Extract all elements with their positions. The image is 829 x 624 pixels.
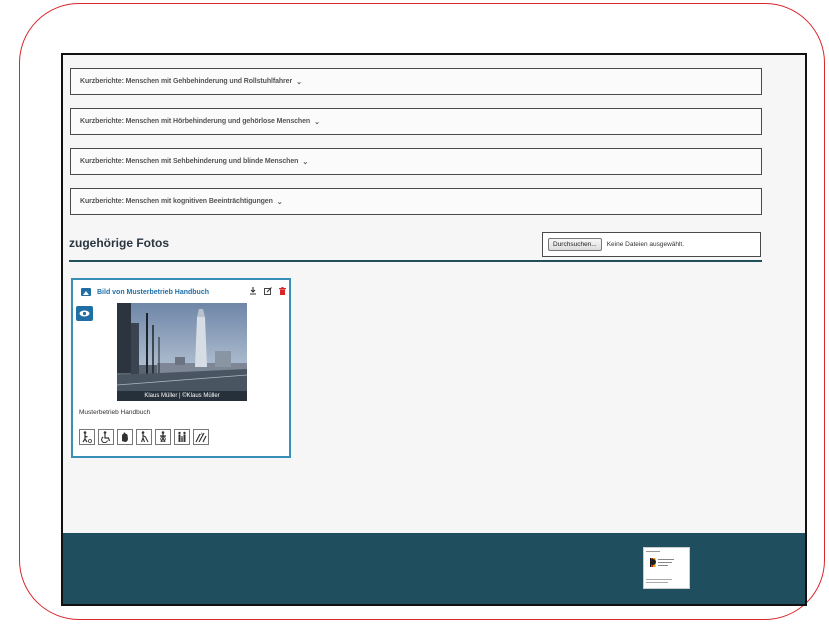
hearing-hand-icon xyxy=(117,429,133,445)
chevron-down-icon: ⌄ xyxy=(302,158,309,166)
accordion-label: Kurzberichte: Menschen mit kognitiven Be… xyxy=(80,198,273,205)
accordion-gehbehinderung[interactable]: Kurzberichte: Menschen mit Gehbehinderun… xyxy=(70,68,762,95)
card-title: Bild von Musterbetrieb Handbuch xyxy=(97,288,210,296)
ministry-logo xyxy=(643,547,690,589)
photo-image[interactable]: Klaus Müller | ©Klaus Müller xyxy=(117,303,247,401)
browse-button[interactable]: Durchsuchen... xyxy=(548,238,602,251)
view-button[interactable] xyxy=(76,306,93,321)
file-upload: Durchsuchen... Keine Dateien ausgewählt. xyxy=(542,232,761,257)
no-file-text: Keine Dateien ausgewählt. xyxy=(606,241,685,248)
accessibility-icons: A xyxy=(79,429,209,445)
chevron-down-icon: ⌄ xyxy=(314,118,320,126)
photo-card: Bild von Musterbetrieb Handbuch Klaus Mü… xyxy=(71,278,291,458)
accordion-label: Kurzberichte: Menschen mit Gehbehinderun… xyxy=(80,78,293,85)
footer xyxy=(63,533,805,604)
walking-aid-icon xyxy=(79,429,95,445)
card-header: Bild von Musterbetrieb Handbuch xyxy=(81,286,286,298)
download-icon[interactable] xyxy=(249,287,257,297)
chevron-down-icon: ⌄ xyxy=(276,198,283,206)
eye-icon xyxy=(79,310,90,317)
divider xyxy=(69,260,762,262)
guide-person-icon xyxy=(155,429,171,445)
accordion-sehbehinderung[interactable]: Kurzberichte: Menschen mit Sehbehinderun… xyxy=(70,148,762,175)
photo-caption: Klaus Müller | ©Klaus Müller xyxy=(117,391,247,401)
image-icon xyxy=(81,288,91,296)
chevron-down-icon: ⌄ xyxy=(296,78,302,86)
accordion-label: Kurzberichte: Menschen mit Sehbehinderun… xyxy=(80,158,299,165)
delete-icon[interactable] xyxy=(279,287,286,297)
section-title-photos: zugehörige Fotos xyxy=(69,236,169,250)
family-icon xyxy=(174,429,190,445)
edit-icon[interactable] xyxy=(264,287,272,297)
easy-language-icon: A xyxy=(193,429,209,445)
blind-cane-icon xyxy=(136,429,152,445)
accordion-kognitiv[interactable]: Kurzberichte: Menschen mit kognitiven Be… xyxy=(70,188,762,215)
photo-description: Musterbetrieb Handbuch xyxy=(79,409,151,416)
card-actions xyxy=(249,287,286,297)
accordion-hoerbehinderung[interactable]: Kurzberichte: Menschen mit Hörbehinderun… xyxy=(70,108,762,135)
accordion-label: Kurzberichte: Menschen mit Hörbehinderun… xyxy=(80,118,311,125)
wheelchair-icon xyxy=(98,429,114,445)
page-content: Kurzberichte: Menschen mit Gehbehinderun… xyxy=(61,53,807,606)
